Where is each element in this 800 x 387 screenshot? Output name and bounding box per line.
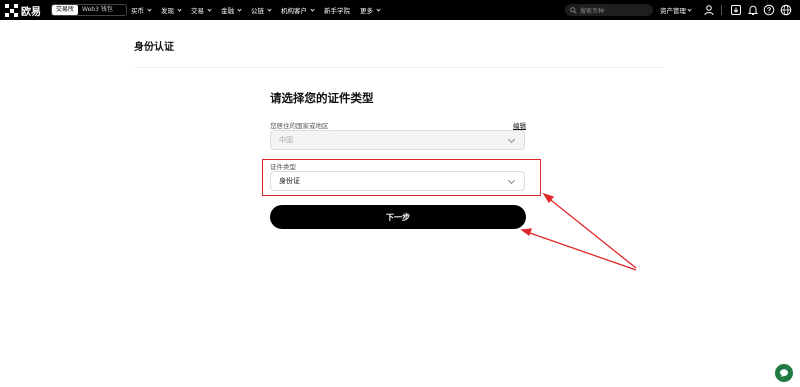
nav-item-institutional[interactable]: 机构客户 [281,5,315,15]
country-select: 中国 [270,130,525,150]
chevron-down-icon [687,6,692,12]
nav-item-trade[interactable]: 交易 [191,5,212,15]
search-icon [570,6,577,14]
edit-country-link[interactable]: 编辑 [513,120,526,130]
search-input[interactable]: 搜索币种 [565,4,653,16]
user-icon[interactable] [703,4,715,16]
country-value: 中国 [279,136,293,144]
header-divider [134,67,664,68]
download-icon[interactable] [730,4,742,16]
brand-name: 欧易 [21,7,41,18]
chevron-down-icon [267,6,272,12]
exchange-web3-switch: 交易所 Web3 钱包 [51,4,127,16]
chevron-down-icon [507,135,516,144]
nav-label: 公链 [251,7,264,15]
top-navigation-bar: 欧易 交易所 Web3 钱包 买币 发现 交易 金融 公链 机构客户 新手学院 … [0,0,800,20]
asset-menu-label: 资产管理 [660,7,686,15]
chevron-down-icon [376,6,381,12]
web3-wallet-tab[interactable]: Web3 钱包 [78,5,117,15]
nav-label: 金融 [221,7,234,15]
topbar-divider [721,5,722,15]
nav-item-more[interactable]: 更多 [360,5,381,15]
annotation-highlight-box [262,159,541,196]
globe-icon[interactable] [780,4,792,16]
nav-item-chain[interactable]: 公链 [251,5,272,15]
okx-logo-icon [5,4,18,17]
chat-bubble-icon [780,369,788,377]
nav-item-finance[interactable]: 金融 [221,5,242,15]
search-placeholder: 搜索币种 [580,7,605,15]
nav-label: 新手学院 [324,7,350,15]
next-button[interactable]: 下一步 [270,205,526,229]
bell-icon[interactable] [747,4,759,16]
chevron-down-icon [147,6,152,12]
asset-management-menu[interactable]: 资产管理 [660,0,692,20]
help-icon[interactable] [763,4,775,16]
annotation-arrow-to-select [546,196,637,269]
nav-label: 更多 [360,7,373,15]
country-label: 您居住的国家或地区 [270,122,329,130]
annotation-arrow-to-button [526,231,637,271]
main-nav: 买币 发现 交易 金融 公链 机构客户 新手学院 更多 [131,0,390,20]
chevron-down-icon [237,6,242,12]
chevron-down-icon [310,6,315,12]
nav-item-buy[interactable]: 买币 [131,5,152,15]
exchange-tab[interactable]: 交易所 [52,5,79,15]
nav-label: 机构客户 [281,7,307,15]
nav-label: 交易 [191,7,204,15]
arrow-head-icon [542,192,555,204]
nav-item-academy[interactable]: 新手学院 [324,5,350,15]
arrow-head-icon [520,228,532,237]
chevron-down-icon [177,6,182,12]
nav-label: 买币 [131,7,144,15]
chevron-down-icon [207,6,212,12]
chat-support-button[interactable] [775,364,793,382]
nav-item-discover[interactable]: 发现 [161,5,182,15]
page-title: 身份认证 [134,42,174,53]
form-title: 请选择您的证件类型 [270,91,374,105]
nav-label: 发现 [161,7,174,15]
brand-logo[interactable]: 欧易 [5,3,41,18]
